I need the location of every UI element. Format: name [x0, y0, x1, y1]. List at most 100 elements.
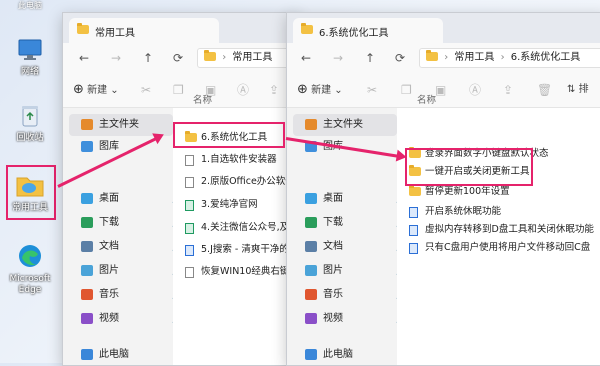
file-row[interactable]: 2.原版Office办公软件分 — [185, 172, 297, 192]
file-row[interactable]: 只有C盘用户使用将用户文件移动回C盘 — [409, 238, 600, 258]
sidebar-item-downloads[interactable]: 下载 📌 — [293, 212, 407, 234]
chevron-right-icon: › — [500, 52, 505, 63]
address-segment[interactable]: 6.系统优化工具 — [511, 52, 581, 63]
sidebar-item-label: 下载 — [99, 217, 119, 228]
file-row[interactable]: 5.J搜索 - 清爽干净的上网 — [185, 240, 297, 260]
highlight-desktop-folder — [6, 165, 56, 220]
sidebar-item-home[interactable]: 主文件夹 — [293, 114, 397, 136]
new-button[interactable]: ⊕ 新建 ⌄ — [297, 82, 343, 98]
file-row[interactable]: 3.爱纯净官网 — [185, 195, 297, 215]
document-icon — [305, 241, 317, 252]
desktop-icon-edge[interactable]: Microsoft Edge — [8, 243, 52, 296]
tab-bar: 6.系统优化工具 — [287, 13, 600, 43]
nav-bar: ← → ↑ ⟳ › 常用工具 — [63, 43, 299, 73]
sidebar-item-videos[interactable]: 视频 📌 — [293, 308, 407, 330]
sort-button[interactable]: ⇅ 排 — [567, 82, 589, 98]
refresh-button[interactable]: ⟳ — [391, 49, 409, 67]
edge-icon — [19, 245, 41, 267]
folder-icon — [77, 23, 89, 34]
forward-button[interactable]: → — [329, 49, 347, 67]
up-button[interactable]: ↑ — [361, 49, 379, 67]
file-icon — [185, 267, 194, 278]
sidebar-item-label: 主文件夹 — [99, 119, 139, 130]
sidebar-item-desktop[interactable]: 桌面 📌 — [69, 188, 183, 210]
new-label: 新建 — [311, 85, 332, 96]
url-shortcut-icon — [185, 223, 194, 234]
sidebar-item-documents[interactable]: 文档 📌 — [293, 236, 407, 258]
column-header-name[interactable]: 名称 — [193, 92, 212, 106]
home-icon — [81, 119, 93, 130]
file-icon — [409, 225, 418, 236]
tab-system-optimization[interactable]: 6.系统优化工具 — [293, 18, 443, 43]
explorer-window-system-optimization: 6.系统优化工具 ← → ↑ ⟳ › 常用工具 › 6.系统优化工具 ⊕ 新建 … — [286, 12, 600, 366]
nav-bar: ← → ↑ ⟳ › 常用工具 › 6.系统优化工具 — [287, 43, 600, 73]
cut-icon[interactable]: ✂ — [367, 82, 377, 98]
video-icon — [81, 313, 93, 324]
cut-icon[interactable]: ✂ — [141, 82, 151, 98]
copy-icon[interactable]: ❐ — [401, 82, 412, 98]
refresh-button[interactable]: ⟳ — [169, 49, 187, 67]
sidebar-item-downloads[interactable]: 下载 📌 — [69, 212, 183, 234]
share-icon[interactable]: ⇪ — [269, 82, 279, 98]
sidebar-item-documents[interactable]: 文档 📌 — [69, 236, 183, 258]
rename-icon[interactable]: Ⓐ — [469, 82, 481, 98]
file-row[interactable]: 开启系统休眠功能 — [409, 202, 600, 222]
sort-label: 排 — [578, 84, 589, 95]
address-bar[interactable]: › 常用工具 — [197, 48, 299, 68]
sidebar-item-desktop[interactable]: 桌面 📌 — [293, 188, 407, 210]
sidebar-item-pictures[interactable]: 图片 📌 — [293, 260, 407, 282]
file-row[interactable]: 4.关注微信公众号,及时了 — [185, 218, 297, 238]
paste-icon[interactable]: ▣ — [435, 82, 446, 98]
file-name: 只有C盘用户使用将用户文件移动回C盘 — [425, 242, 591, 253]
sidebar-item-label: 图库 — [99, 141, 119, 152]
file-row[interactable]: 恢复WIN10经典右键 — [185, 262, 297, 282]
sidebar-item-music[interactable]: 音乐 📌 — [293, 284, 407, 306]
tab-common-tools[interactable]: 常用工具 — [69, 18, 219, 43]
sidebar-item-label: 此电脑 — [99, 349, 129, 360]
back-button[interactable]: ← — [297, 49, 315, 67]
up-button[interactable]: ↑ — [139, 49, 157, 67]
highlight-update-tools — [405, 148, 533, 186]
sidebar-item-label: 视频 — [323, 313, 343, 324]
sidebar-item-label: 图片 — [323, 265, 343, 276]
sidebar-item-music[interactable]: 音乐 📌 — [69, 284, 183, 306]
desktop-icon-network[interactable]: 网络 — [8, 38, 52, 78]
file-name: 1.自选软件安装器 — [201, 154, 277, 165]
desktop-icon — [305, 193, 317, 204]
file-row[interactable]: 1.自选软件安装器 — [185, 150, 297, 170]
delete-icon[interactable]: 🗑 — [537, 82, 552, 98]
address-segment[interactable]: 常用工具 — [454, 52, 494, 63]
file-name: 开启系统休眠功能 — [425, 206, 502, 217]
sidebar-item-label: 文档 — [323, 241, 343, 252]
tab-bar: 常用工具 — [63, 13, 299, 43]
pictures-icon — [305, 265, 317, 276]
chevron-down-icon: ⌄ — [110, 85, 119, 96]
share-icon[interactable]: ⇪ — [503, 82, 513, 98]
plus-icon: ⊕ — [73, 82, 84, 97]
address-segment[interactable]: 常用工具 — [232, 52, 272, 63]
file-row[interactable]: 虚拟内存转移到D盘工具和关闭休眠功能 — [409, 220, 600, 240]
rename-icon[interactable]: Ⓐ — [237, 82, 249, 98]
sidebar-item-pictures[interactable]: 图片 📌 — [69, 260, 183, 282]
new-button[interactable]: ⊕ 新建 ⌄ — [73, 82, 119, 98]
sidebar-item-label: 桌面 — [99, 193, 119, 204]
copy-icon[interactable]: ❐ — [173, 82, 184, 98]
sidebar-item-videos[interactable]: 视频 📌 — [69, 308, 183, 330]
sidebar-item-label: 下载 — [323, 217, 343, 228]
sidebar-item-label: 桌面 — [323, 193, 343, 204]
sidebar-item-gallery[interactable]: 图库 — [69, 136, 119, 158]
forward-button[interactable]: → — [107, 49, 125, 67]
video-icon — [305, 313, 317, 324]
download-icon — [305, 217, 317, 228]
desktop-icon-recycle-bin[interactable]: 回收站 — [8, 104, 52, 144]
sidebar-item-label: 视频 — [99, 313, 119, 324]
sidebar-item-label: 图片 — [99, 265, 119, 276]
navigation-pane: 主文件夹 图库 桌面 📌 下载 📌 文档 📌 图片 📌 音乐 — [63, 108, 183, 365]
folder-icon — [204, 50, 216, 61]
back-button[interactable]: ← — [75, 49, 93, 67]
file-name: 3.爱纯净官网 — [201, 199, 258, 210]
tab-title: 6.系统优化工具 — [319, 28, 389, 39]
column-header-name[interactable]: 名称 — [417, 92, 436, 106]
folder-icon — [301, 23, 313, 34]
address-bar[interactable]: › 常用工具 › 6.系统优化工具 — [419, 48, 600, 68]
